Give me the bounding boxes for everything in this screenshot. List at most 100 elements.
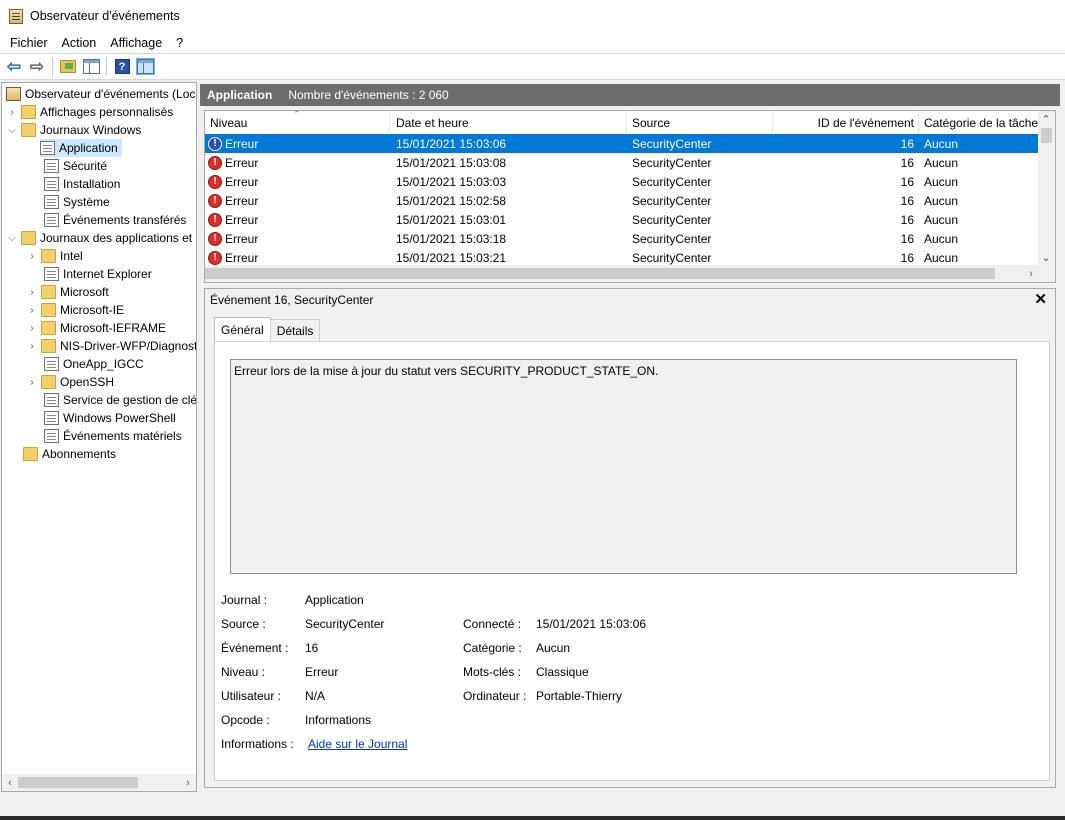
column-niveau[interactable]: Niveau ⌃ [205,111,390,134]
tree-systeme[interactable]: Système [44,193,110,211]
event-row[interactable]: ! Erreur 15/01/2021 15:03:03 SecurityCenter… [205,172,1040,191]
chevron-right-icon[interactable]: › [26,287,38,298]
tree-intel[interactable]: › Intel [26,247,83,265]
chevron-right-icon[interactable]: › [26,377,38,388]
forward-button[interactable]: ⇨ [27,57,47,77]
close-icon[interactable]: ✕ [1034,290,1047,308]
scroll-thumb[interactable] [205,268,995,279]
chevron-down-icon[interactable]: ⌄ [1038,249,1054,266]
value-user[interactable]: N/A [305,689,325,703]
tree-nis-driver[interactable]: › NIS-Driver-WFP/Diagnostic [26,337,196,355]
column-event-id[interactable]: ID de l'événement [773,111,919,134]
chevron-down-icon[interactable]: ⌵ [6,125,18,136]
value-journal[interactable]: Application [305,593,364,607]
chevron-left-icon[interactable]: ‹ [2,774,18,791]
tree-app-service-logs[interactable]: ⌵ Journaux des applications et des servi… [6,229,196,247]
tree-windows-powershell[interactable]: Windows PowerShell [44,409,176,427]
scroll-thumb[interactable] [18,777,138,788]
chevron-right-icon[interactable]: › [1023,265,1039,282]
tree-windows-logs[interactable]: ⌵ Journaux Windows [6,121,141,139]
value-level[interactable]: Erreur [305,665,338,679]
help-button[interactable]: ? [112,57,132,77]
cell-text: Aucun [924,212,959,227]
tree-installation[interactable]: Installation [44,175,120,193]
menu-fichier[interactable]: Fichier [10,36,48,50]
cell-text: Erreur [225,174,259,189]
menu-help[interactable]: ? [176,36,183,50]
tree-microsoft-ie[interactable]: › Microsoft-IE [26,301,124,319]
tree-custom-views[interactable]: › Affichages personnalisés [6,103,173,121]
tab-details[interactable]: Détails [269,319,321,341]
value-computer[interactable]: Portable-Thierry [536,689,622,703]
scroll-thumb[interactable] [1041,128,1052,143]
list-vertical-scrollbar[interactable]: ⌃ ⌄ [1038,111,1055,266]
back-button[interactable]: ⇦ [4,57,24,77]
tree-securite[interactable]: Sécurité [44,157,107,175]
cell-source: SecurityCenter [632,153,772,172]
event-list[interactable]: Niveau ⌃ Date et heure Source ID de l'év… [204,110,1056,283]
journal-help-link[interactable]: Aide sur le Journal [308,737,407,751]
tree-openssh[interactable]: › OpenSSH [26,373,114,391]
tree-label: Affichages personnalisés [40,105,174,119]
event-row[interactable]: ! Erreur 15/01/2021 15:03:01 SecurityCenter… [205,210,1040,229]
tree-microsoft[interactable]: › Microsoft [26,283,109,301]
tree-key-management[interactable]: Service de gestion de clés [44,391,196,409]
cell-text: 15/01/2021 15:03:18 [396,231,507,246]
log-icon [44,213,59,227]
event-row[interactable]: ! Erreur 15/01/2021 15:03:06 SecurityCenter… [205,134,1040,153]
cell-text: Aucun [924,231,959,246]
window-title: Observateur d'événements [30,9,180,23]
console-tree[interactable]: Observateur d'événements (Local) › Affic… [1,82,197,792]
chevron-right-icon[interactable]: › [26,305,38,316]
error-icon: ! [208,136,222,151]
tree-label: Internet Explorer [63,267,152,281]
value-event[interactable]: 16 [305,641,318,655]
subscriptions-icon [23,447,38,461]
error-icon: ! [208,193,222,208]
tree-hardware-events[interactable]: Événements matériels [44,427,182,445]
chevron-right-icon[interactable]: › [26,251,38,262]
chevron-right-icon[interactable]: › [26,323,38,334]
column-date[interactable]: Date et heure [391,111,627,134]
value-logged[interactable]: 15/01/2021 15:03:06 [536,617,646,631]
chevron-up-icon[interactable]: ⌃ [1038,111,1054,128]
show-hide-action-pane-button[interactable] [135,57,155,77]
log-header: Application Nombre d'événements : 2 060 [200,84,1060,106]
cell-source: SecurityCenter [632,210,772,229]
value-opcode[interactable]: Informations [305,713,371,727]
tree-forwarded-events[interactable]: Événements transférés [44,211,186,229]
column-source[interactable]: Source [627,111,773,134]
event-description[interactable]: Erreur lors de la mise à jour du statut … [230,359,1017,574]
event-row[interactable]: ! Erreur 15/01/2021 15:03:08 SecurityCenter… [205,153,1040,172]
up-folder-button[interactable] [58,57,78,77]
cell-text: 16 [900,136,914,151]
cell-text: Aucun [924,174,959,189]
chevron-right-icon[interactable]: › [6,107,18,118]
value-category[interactable]: Aucun [536,641,570,655]
tree-application[interactable]: Application [40,139,122,157]
chevron-right-icon[interactable]: › [26,341,38,352]
tab-general[interactable]: Général [214,317,271,341]
event-row[interactable]: ! Erreur 15/01/2021 15:02:58 SecurityCenter… [205,191,1040,210]
value-source[interactable]: SecurityCenter [305,617,384,631]
tree-root[interactable]: Observateur d'événements (Local) [6,85,196,103]
tab-label: Détails [276,323,314,338]
show-hide-tree-button[interactable] [81,57,101,77]
chevron-right-icon[interactable]: › [180,774,196,791]
menu-action[interactable]: Action [62,36,97,50]
cell-text: Erreur [225,155,259,170]
menu-affichage[interactable]: Affichage [110,36,162,50]
tree-internet-explorer[interactable]: Internet Explorer [44,265,152,283]
chevron-down-icon[interactable]: ⌵ [6,233,18,244]
label-category: Catégorie : [463,641,522,655]
tree-oneapp-igcc[interactable]: OneApp_IGCC [44,355,144,373]
column-task-category[interactable]: Catégorie de la tâche [919,111,1041,134]
tree-subscriptions[interactable]: Abonnements [23,445,116,463]
tree-microsoft-ieframe[interactable]: › Microsoft-IEFRAME [26,319,166,337]
event-row[interactable]: ! Erreur 15/01/2021 15:03:18 SecurityCenter… [205,229,1040,248]
list-horizontal-scrollbar[interactable]: › [205,265,1055,282]
general-tab-body: Erreur lors de la mise à jour du statut … [214,341,1050,781]
tree-horizontal-scrollbar[interactable]: ‹ › [2,774,196,791]
value-keywords[interactable]: Classique [536,665,589,679]
cell-text: SecurityCenter [632,155,712,170]
